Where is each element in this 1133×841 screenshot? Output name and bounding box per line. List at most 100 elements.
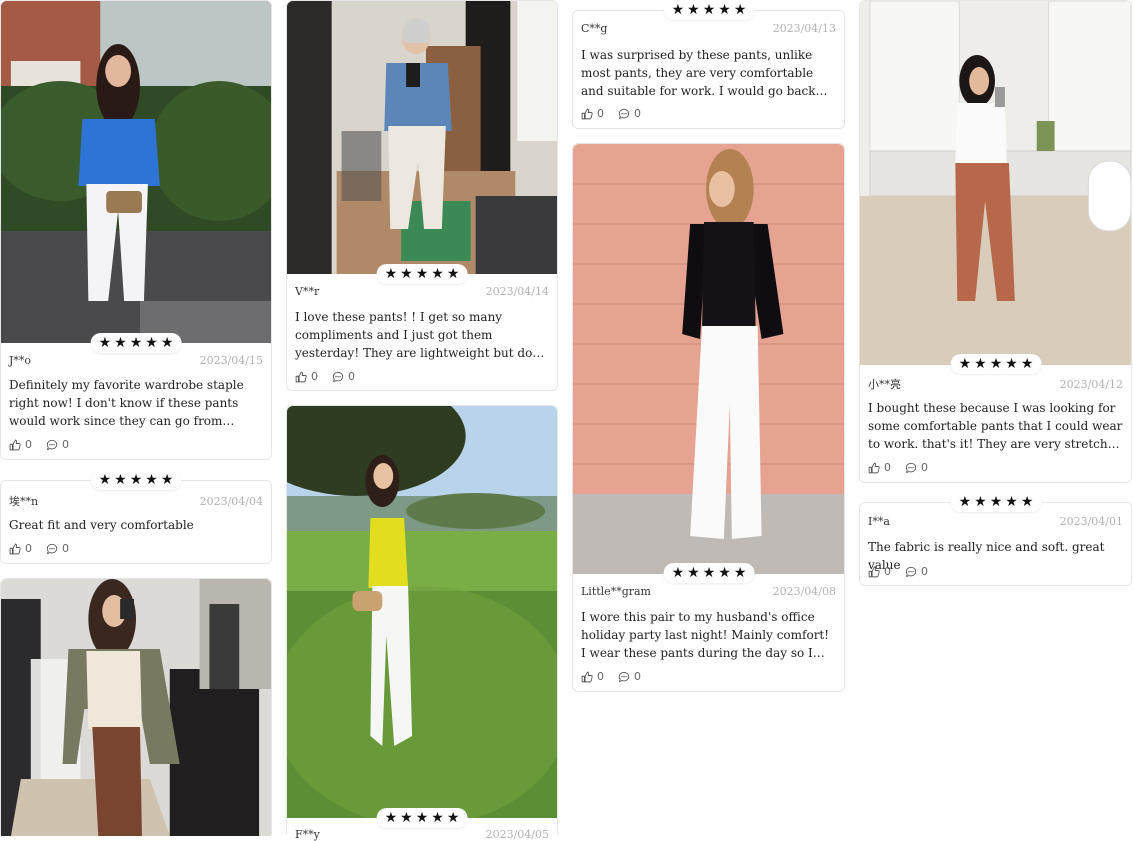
review-date: 2023/04/14: [485, 285, 549, 298]
star-icon: ★: [687, 2, 700, 18]
rating-stars: ★ ★ ★ ★ ★: [90, 470, 182, 490]
like-count: 0: [25, 438, 32, 451]
like-button[interactable]: 0: [868, 565, 891, 578]
star-icon: ★: [129, 472, 143, 488]
review-card[interactable]: [0, 578, 272, 836]
review-photo[interactable]: [287, 406, 557, 818]
review-text[interactable]: I love these pants! ! I get so many comp…: [295, 308, 549, 362]
comment-count: 0: [921, 565, 928, 578]
star-icon: ★: [702, 565, 716, 581]
comment-icon: [905, 462, 917, 474]
comment-button[interactable]: 0: [905, 565, 928, 578]
review-card[interactable]: ★ ★ ★ ★ ★ 小**亮 2023/04/12 I bought these…: [859, 0, 1132, 483]
comment-button[interactable]: 0: [46, 542, 69, 555]
star-icon: ★: [718, 2, 731, 18]
star-icon: ★: [114, 335, 127, 351]
star-icon: ★: [160, 472, 174, 488]
star-icon: ★: [129, 335, 143, 351]
rating-stars: ★ ★ ★ ★ ★: [663, 563, 755, 583]
review-card[interactable]: ★ ★ ★ ★ ★ 埃**n 2023/04/04 Great fit and …: [0, 470, 272, 564]
comment-icon: [46, 543, 58, 555]
review-photo[interactable]: [573, 144, 844, 574]
star-icon: ★: [145, 335, 158, 351]
star-icon: ★: [989, 494, 1003, 510]
rating-stars: ★ ★ ★ ★ ★: [950, 354, 1042, 374]
star-icon: ★: [384, 810, 398, 826]
star-icon: ★: [989, 356, 1003, 372]
review-text[interactable]: Great fit and very comfortable: [9, 516, 263, 534]
rating-stars: ★ ★ ★ ★ ★: [90, 333, 182, 353]
star-icon: ★: [415, 810, 429, 826]
star-icon: ★: [702, 2, 716, 18]
reviewer-name: J**o: [9, 354, 32, 367]
comment-count: 0: [62, 542, 69, 555]
comment-button[interactable]: 0: [332, 370, 355, 383]
like-button[interactable]: 0: [581, 107, 604, 120]
like-button[interactable]: 0: [581, 670, 604, 683]
comment-button[interactable]: 0: [618, 107, 641, 120]
reviewer-name: Little**gram: [581, 585, 651, 598]
thumbs-up-icon: [868, 462, 880, 474]
star-icon: ★: [1020, 356, 1034, 372]
star-icon: ★: [974, 494, 987, 510]
thumbs-up-icon: [581, 108, 593, 120]
review-card[interactable]: ★ ★ ★ ★ ★ I**a 2023/04/01 The fabric is …: [859, 492, 1132, 586]
reviewer-name: 埃**n: [9, 495, 39, 508]
star-icon: ★: [958, 356, 972, 372]
thumbs-up-icon: [581, 671, 593, 683]
like-button[interactable]: 0: [9, 438, 32, 451]
comment-icon: [905, 566, 917, 578]
review-text[interactable]: I was surprised by these pants, unlike m…: [581, 46, 836, 100]
star-icon: ★: [114, 472, 127, 488]
star-icon: ★: [671, 565, 685, 581]
like-button[interactable]: 0: [295, 370, 318, 383]
comment-button[interactable]: 0: [905, 461, 928, 474]
star-icon: ★: [384, 266, 398, 282]
like-button[interactable]: 0: [9, 542, 32, 555]
comment-count: 0: [348, 370, 355, 383]
comment-count: 0: [62, 438, 69, 451]
review-card[interactable]: ★ ★ ★ ★ ★ Little**gram 2023/04/08 I wore…: [572, 143, 845, 692]
review-photo[interactable]: [1, 1, 271, 343]
like-button[interactable]: 0: [868, 461, 891, 474]
review-card[interactable]: ★ ★ ★ ★ ★ J**o 2023/04/15 Definitely my …: [0, 0, 272, 460]
like-count: 0: [597, 107, 604, 120]
reviewer-name: V**r: [295, 285, 320, 298]
comment-icon: [46, 439, 58, 451]
like-count: 0: [311, 370, 318, 383]
comment-button[interactable]: 0: [46, 438, 69, 451]
like-count: 0: [884, 565, 891, 578]
rating-stars: ★ ★ ★ ★ ★: [376, 808, 468, 828]
review-card[interactable]: ★ ★ ★ ★ ★ V**r 2023/04/14 I love these p…: [286, 0, 558, 391]
review-card[interactable]: ★ ★ ★ ★ ★ C**g 2023/04/13 I was surprise…: [572, 0, 845, 129]
star-icon: ★: [958, 494, 972, 510]
review-text[interactable]: I wore this pair to my husband's office …: [581, 608, 836, 662]
star-icon: ★: [431, 810, 444, 826]
star-icon: ★: [98, 472, 112, 488]
reviewer-name: I**a: [868, 515, 890, 528]
star-icon: ★: [1020, 494, 1034, 510]
star-icon: ★: [733, 565, 747, 581]
like-count: 0: [25, 542, 32, 555]
review-date: 2023/04/15: [199, 354, 263, 367]
star-icon: ★: [98, 335, 112, 351]
review-card[interactable]: ★ ★ ★ ★ ★ F**y 2023/04/05: [286, 405, 558, 841]
thumbs-up-icon: [9, 439, 21, 451]
star-icon: ★: [718, 565, 731, 581]
comment-button[interactable]: 0: [618, 670, 641, 683]
comment-icon: [332, 371, 344, 383]
star-icon: ★: [415, 266, 429, 282]
comment-count: 0: [634, 107, 641, 120]
rating-stars: ★ ★ ★ ★ ★: [950, 492, 1042, 512]
review-photo[interactable]: [1, 579, 271, 836]
star-icon: ★: [1005, 494, 1018, 510]
rating-stars: ★ ★ ★ ★ ★: [376, 264, 468, 284]
star-icon: ★: [145, 472, 158, 488]
comment-icon: [618, 671, 630, 683]
review-text[interactable]: Definitely my favorite wardrobe staple r…: [9, 376, 263, 430]
review-photo[interactable]: [287, 1, 557, 274]
review-text[interactable]: I bought these because I was looking for…: [868, 399, 1123, 453]
review-date: 2023/04/04: [199, 495, 263, 508]
star-icon: ★: [400, 810, 413, 826]
review-photo[interactable]: [860, 1, 1131, 365]
